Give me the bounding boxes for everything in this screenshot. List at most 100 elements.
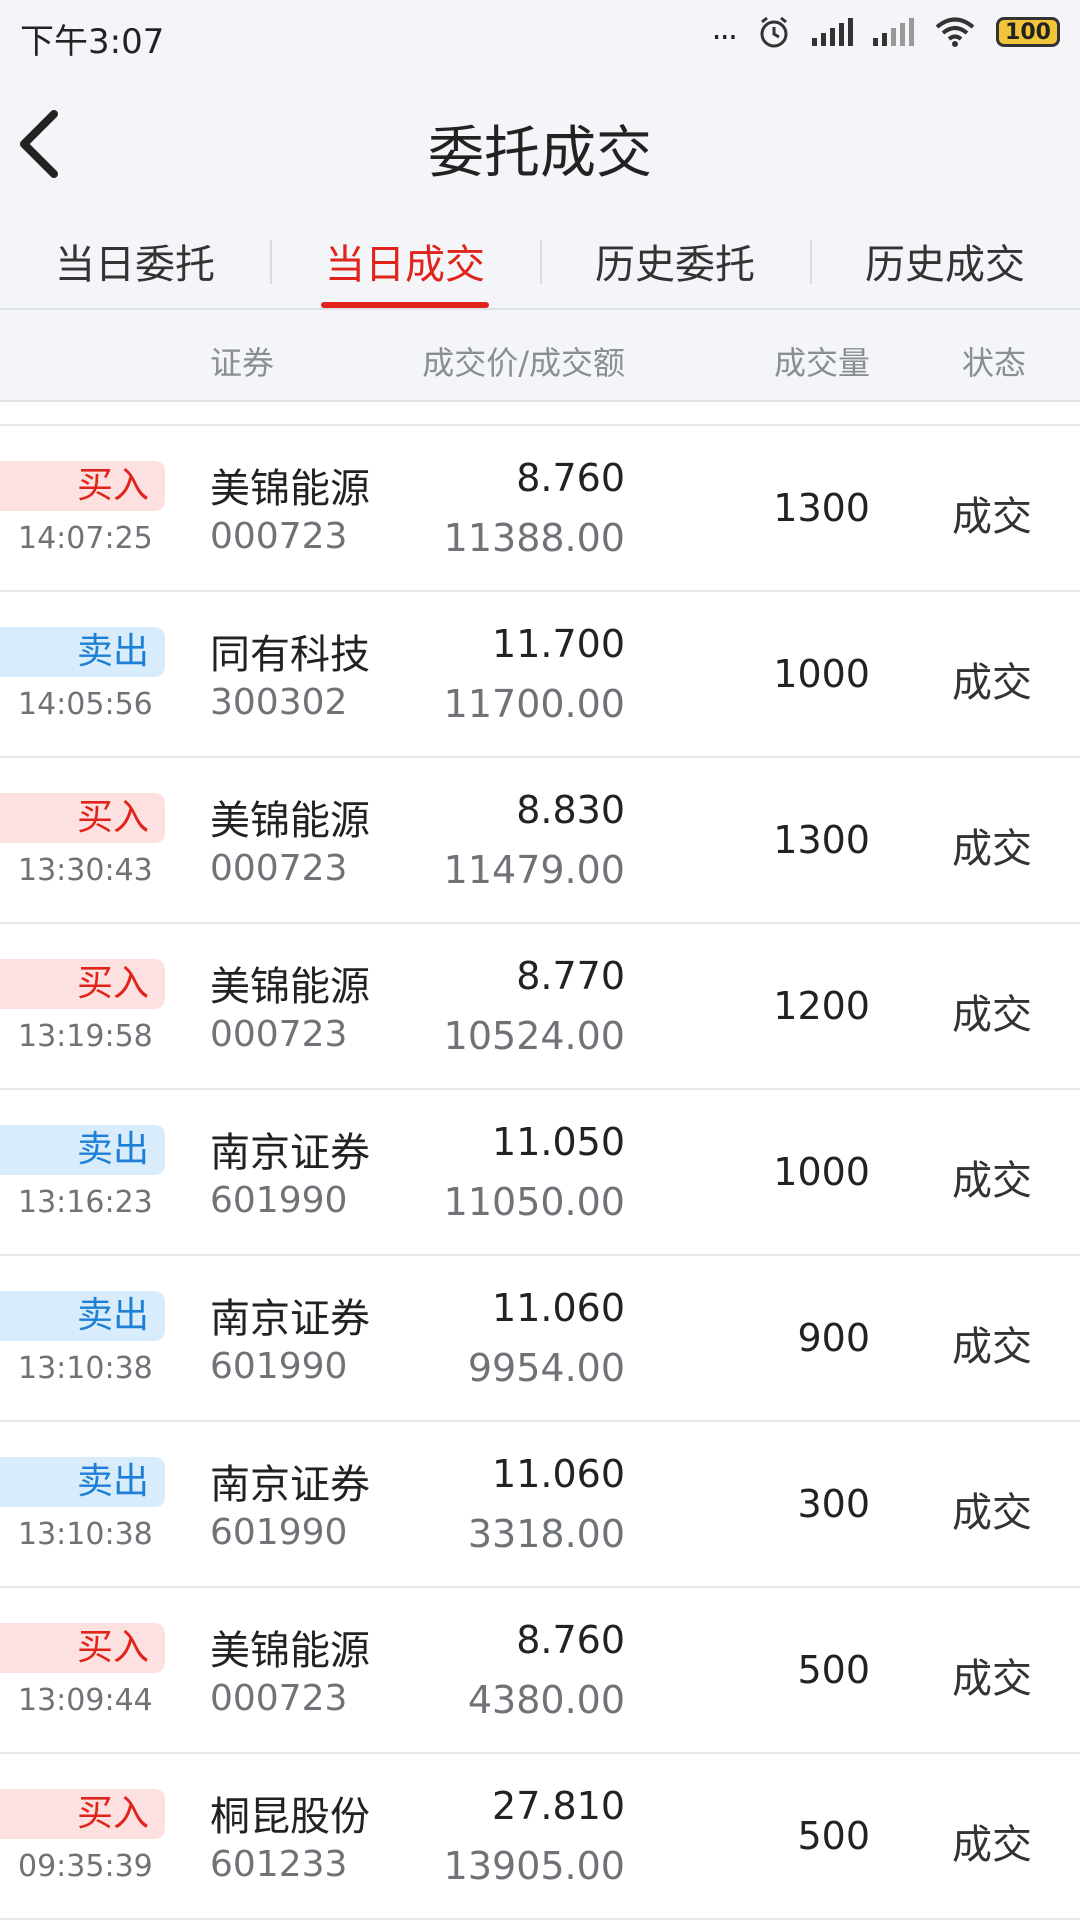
cell-signal-icon [812, 18, 853, 46]
column-security: 证券 [210, 344, 275, 382]
trade-amount: 13905.00 [443, 1844, 625, 1888]
table-row[interactable]: 买入 13:19:58 美锦能源 000723 8.770 10524.00 1… [0, 924, 1080, 1090]
trade-amount: 11388.00 [443, 516, 625, 560]
trade-volume: 1300 [773, 486, 870, 530]
trade-volume: 1300 [773, 818, 870, 862]
table-row[interactable]: 买入 13:30:43 美锦能源 000723 8.830 11479.00 1… [0, 758, 1080, 924]
trade-status: 成交 [952, 1324, 1032, 1370]
tab-label: 历史委托 [595, 242, 755, 288]
wifi-icon [935, 17, 975, 47]
column-status: 状态 [961, 344, 1026, 382]
tab-today-orders[interactable]: 当日委托 [0, 216, 270, 308]
tab-label: 历史成交 [865, 242, 1025, 288]
table-row[interactable]: 卖出 13:10:38 南京证券 601990 11.060 9954.00 9… [0, 1256, 1080, 1422]
trade-amount: 11050.00 [443, 1180, 625, 1224]
trade-time: 13:10:38 [18, 1517, 153, 1552]
trade-status: 成交 [952, 1822, 1032, 1868]
trade-list: 买入 14:07:25 美锦能源 000723 8.760 11388.00 1… [0, 426, 1080, 1920]
trade-price: 11.060 [492, 1452, 625, 1496]
table-row[interactable]: 卖出 13:10:38 南京证券 601990 11.060 3318.00 3… [0, 1422, 1080, 1588]
cell-signal-2-icon [873, 18, 914, 46]
side-badge: 买入 [0, 461, 165, 511]
security-name: 美锦能源 [210, 1628, 370, 1674]
trade-amount: 11700.00 [443, 682, 625, 726]
column-volume: 成交量 [773, 344, 870, 382]
trade-status: 成交 [952, 1490, 1032, 1536]
trade-amount: 4380.00 [467, 1678, 625, 1722]
table-row[interactable]: 买入 09:35:39 桐昆股份 601233 27.810 13905.00 … [0, 1754, 1080, 1920]
table-row[interactable]: 买入 13:09:44 美锦能源 000723 8.760 4380.00 50… [0, 1588, 1080, 1754]
trade-status: 成交 [952, 826, 1032, 872]
trade-price: 8.830 [516, 788, 625, 832]
trade-volume: 500 [797, 1814, 870, 1858]
tab-history-trades[interactable]: 历史成交 [810, 216, 1080, 308]
trade-price: 11.060 [492, 1286, 625, 1330]
security-name: 南京证券 [210, 1130, 370, 1176]
security-name: 美锦能源 [210, 466, 370, 512]
security-code: 000723 [210, 1014, 348, 1055]
alarm-icon [760, 16, 788, 48]
tab-bar: 当日委托 当日成交 历史委托 历史成交 [0, 216, 1080, 310]
trade-price: 8.770 [516, 954, 625, 998]
tab-today-trades[interactable]: 当日成交 [270, 216, 540, 308]
trade-status: 成交 [952, 992, 1032, 1038]
security-name: 美锦能源 [210, 964, 370, 1010]
trade-status: 成交 [952, 494, 1032, 540]
security-code: 601990 [210, 1512, 348, 1553]
trade-volume: 500 [797, 1648, 870, 1692]
status-time: 下午3:07 [20, 22, 165, 62]
security-code: 601233 [210, 1844, 348, 1885]
trade-amount: 3318.00 [467, 1512, 625, 1556]
side-badge: 卖出 [0, 1457, 165, 1507]
battery-icon: 100 [996, 17, 1060, 47]
security-name: 同有科技 [210, 632, 370, 678]
security-code: 601990 [210, 1346, 348, 1387]
app-header: 委托成交 [0, 74, 1080, 216]
trade-amount: 10524.00 [443, 1014, 625, 1058]
security-name: 桐昆股份 [210, 1794, 370, 1840]
trade-price: 27.810 [492, 1784, 625, 1828]
side-badge: 买入 [0, 793, 165, 843]
trade-status: 成交 [952, 1656, 1032, 1702]
trade-amount: 11479.00 [443, 848, 625, 892]
status-bar: 下午3:07 ... 100 [0, 0, 1080, 74]
security-name: 南京证券 [210, 1296, 370, 1342]
tab-history-orders[interactable]: 历史委托 [540, 216, 810, 308]
column-header: 证券 成交价/成交额 成交量 状态 [0, 310, 1080, 402]
trade-time: 13:30:43 [18, 853, 153, 888]
trade-time: 13:19:58 [18, 1019, 153, 1054]
security-code: 000723 [210, 848, 348, 889]
side-badge: 买入 [0, 1623, 165, 1673]
trade-time: 13:16:23 [18, 1185, 153, 1220]
status-icons: ... 100 [711, 9, 1060, 50]
page-title: 委托成交 [428, 121, 652, 186]
security-code: 300302 [210, 682, 348, 723]
side-badge: 卖出 [0, 1291, 165, 1341]
trade-volume: 1000 [773, 652, 870, 696]
table-row[interactable]: 卖出 13:16:23 南京证券 601990 11.050 11050.00 … [0, 1090, 1080, 1256]
security-code: 000723 [210, 1678, 348, 1719]
table-row[interactable]: 卖出 14:05:56 同有科技 300302 11.700 11700.00 … [0, 592, 1080, 758]
trade-status: 成交 [952, 660, 1032, 706]
side-badge: 买入 [0, 959, 165, 1009]
security-name: 美锦能源 [210, 798, 370, 844]
security-code: 601990 [210, 1180, 348, 1221]
side-badge: 买入 [0, 1789, 165, 1839]
active-tab-indicator [321, 302, 489, 308]
trade-time: 09:35:39 [18, 1849, 153, 1884]
trade-volume: 300 [797, 1482, 870, 1526]
column-price-amount: 成交价/成交额 [422, 344, 625, 382]
trade-time: 13:10:38 [18, 1351, 153, 1386]
tab-label: 当日委托 [55, 242, 215, 288]
trade-volume: 900 [797, 1316, 870, 1360]
trade-amount: 9954.00 [467, 1346, 625, 1390]
trade-price: 8.760 [516, 1618, 625, 1662]
trade-time: 13:09:44 [18, 1683, 153, 1718]
security-name: 南京证券 [210, 1462, 370, 1508]
table-row[interactable]: 买入 14:07:25 美锦能源 000723 8.760 11388.00 1… [0, 426, 1080, 592]
tab-label: 当日成交 [325, 242, 485, 288]
trade-volume: 1000 [773, 1150, 870, 1194]
trade-price: 11.700 [492, 622, 625, 666]
trade-volume: 1200 [773, 984, 870, 1028]
trade-price: 8.760 [516, 456, 625, 500]
